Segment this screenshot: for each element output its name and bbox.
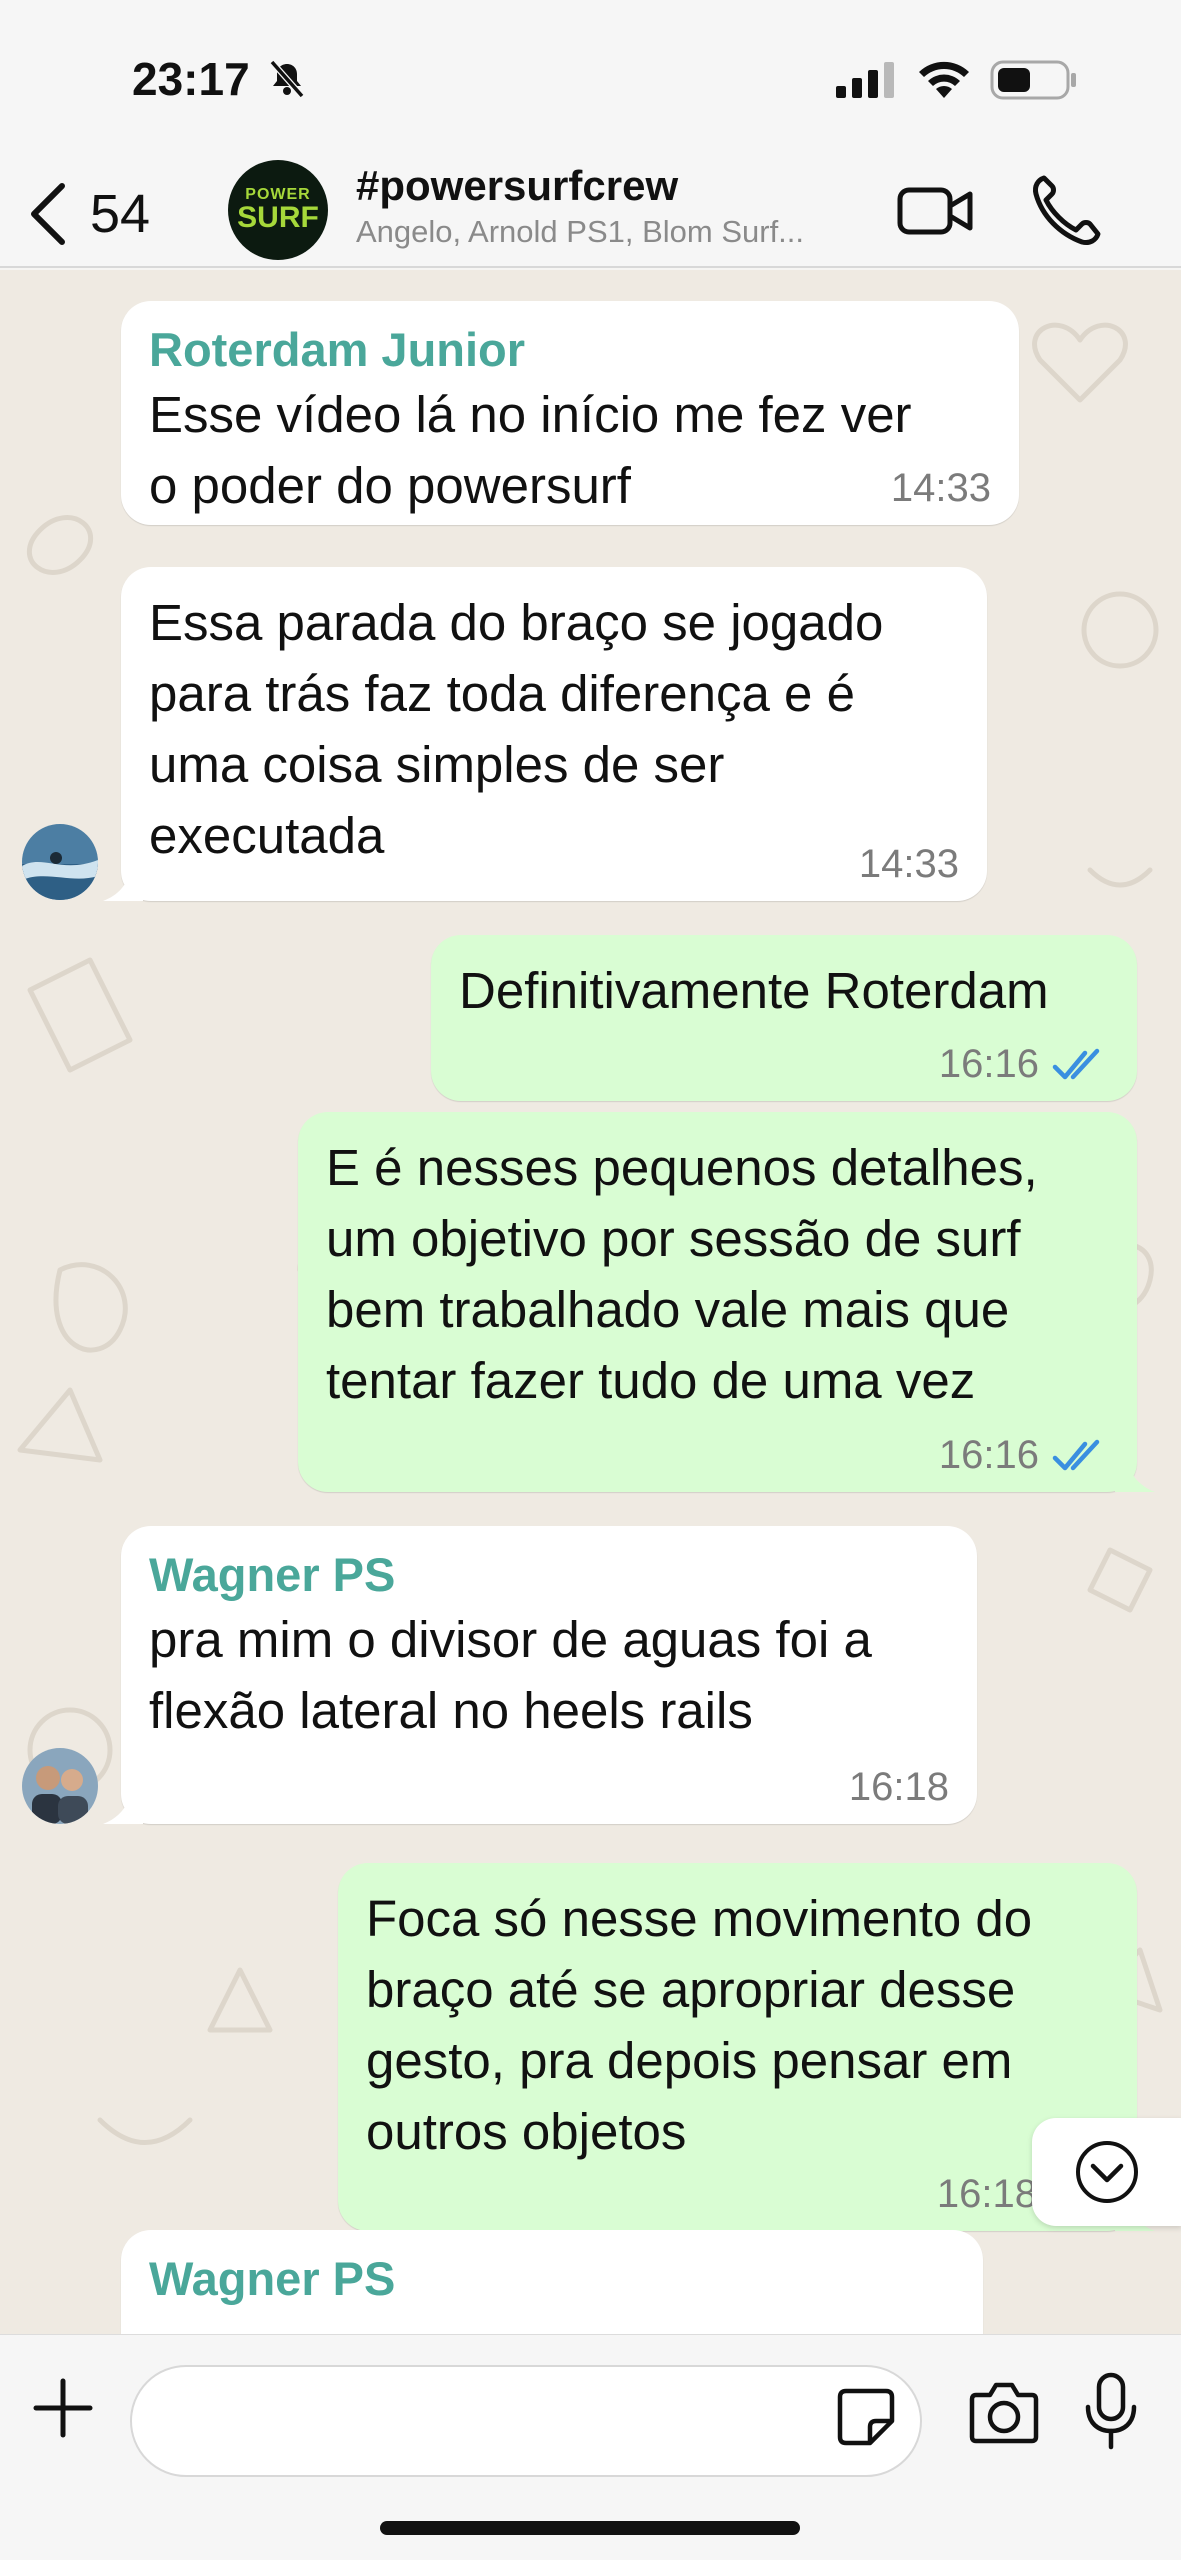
signal-icon bbox=[836, 62, 894, 98]
status-time: 23:17 bbox=[132, 53, 250, 105]
chevron-down-circle-icon bbox=[1076, 2141, 1138, 2203]
camera-icon[interactable] bbox=[968, 2379, 1040, 2447]
message-text-line: pra mim o divisor de aguas foi a bbox=[149, 1611, 872, 1668]
member-avatar[interactable] bbox=[22, 1748, 98, 1824]
sticker-icon[interactable] bbox=[836, 2387, 896, 2447]
message-text-line: tentar fazer tudo de uma vez bbox=[326, 1352, 976, 1409]
message-sender[interactable]: Wagner PS bbox=[149, 2250, 955, 2308]
message-meta: 14:33 bbox=[891, 466, 991, 511]
message-time: 14:33 bbox=[858, 842, 959, 886]
message-bubble-incoming[interactable]: Roterdam Junior Esse vídeo lá no início … bbox=[121, 301, 1019, 525]
message-text-line: Essa parada do braço se jogado bbox=[149, 594, 884, 651]
message-text-line: flexão lateral no heels rails bbox=[149, 1682, 753, 1739]
message-meta: 14:33 bbox=[859, 842, 959, 887]
back-button[interactable]: 54 bbox=[28, 170, 150, 258]
message-text-line: outros objetos bbox=[366, 2103, 687, 2160]
home-indicator bbox=[380, 2521, 800, 2535]
scroll-to-bottom-button[interactable] bbox=[1032, 2118, 1181, 2226]
message-sender[interactable]: Roterdam Junior bbox=[149, 321, 991, 379]
message-bubble-outgoing[interactable]: Definitivamente Roterdam 16:16 bbox=[431, 935, 1137, 1101]
message-time: 16:18 bbox=[848, 1765, 949, 1809]
double-check-icon bbox=[1052, 1048, 1100, 1079]
message-meta: 16:16 bbox=[939, 1042, 1109, 1087]
message-text-line: Esse vídeo lá no início me fez ver bbox=[149, 386, 912, 443]
chat-area[interactable]: Roterdam Junior Esse vídeo lá no início … bbox=[0, 270, 1181, 2334]
message-text-line: executada bbox=[149, 807, 385, 864]
message-bubble-incoming[interactable]: Essa parada do braço se jogado para trás… bbox=[103, 567, 987, 901]
group-members[interactable]: Angelo, Arnold PS1, Blom Surf... bbox=[356, 214, 856, 250]
avatar-photo-icon bbox=[22, 824, 98, 900]
message-bubble-incoming[interactable]: Wagner PS bbox=[121, 2230, 983, 2334]
video-camera-icon[interactable] bbox=[896, 176, 976, 246]
chat-header: 54 POWER SURF #powersurfcrew Angelo, Arn… bbox=[0, 160, 1181, 268]
message-text-line: braço até se apropriar desse bbox=[366, 1961, 1016, 2018]
bell-muted-icon bbox=[269, 60, 305, 98]
battery-icon bbox=[990, 60, 1076, 100]
message-meta: 16:18 bbox=[849, 1765, 949, 1810]
plus-icon[interactable] bbox=[32, 2377, 94, 2439]
member-avatar[interactable] bbox=[22, 824, 98, 900]
message-text-line: bem trabalhado vale mais que bbox=[326, 1281, 1010, 1338]
message-text-line: o poder do powersurf bbox=[149, 457, 631, 514]
avatar-logo-text: SURF bbox=[237, 201, 319, 234]
group-name[interactable]: #powersurfcrew bbox=[356, 162, 678, 210]
unread-count: 54 bbox=[90, 184, 151, 244]
message-text-line: Foca só nesse movimento do bbox=[366, 1890, 1033, 1947]
phone-icon[interactable] bbox=[1030, 172, 1102, 248]
message-input-bar bbox=[0, 2334, 1181, 2560]
message-time: 16:16 bbox=[938, 1042, 1039, 1086]
message-text-line: gesto, pra depois pensar em bbox=[366, 2032, 1013, 2089]
double-check-icon bbox=[1052, 1439, 1100, 1470]
message-text-line: Definitivamente Roterdam bbox=[459, 962, 1049, 1019]
message-text-line: uma coisa simples de ser bbox=[149, 736, 725, 793]
message-bubble-outgoing[interactable]: E é nesses pequenos detalhes, um objetiv… bbox=[298, 1112, 1155, 1492]
message-time: 16:18 bbox=[936, 2172, 1037, 2216]
chevron-left-icon bbox=[31, 183, 65, 245]
message-text-line: para trás faz toda diferença e é bbox=[149, 665, 855, 722]
status-bar: 23:17 bbox=[0, 0, 1181, 160]
avatar-photo-icon bbox=[22, 1748, 98, 1824]
message-meta: 16:16 bbox=[939, 1433, 1109, 1478]
message-meta: 16:18 bbox=[937, 2172, 1037, 2217]
message-bubble-incoming[interactable]: Wagner PS pra mim o divisor de aguas foi… bbox=[103, 1526, 977, 1824]
message-input[interactable] bbox=[130, 2365, 922, 2477]
bubble-tail bbox=[103, 1790, 143, 1824]
bubble-tail bbox=[1115, 1458, 1155, 1492]
message-text-line: um objetivo por sessão de surf bbox=[326, 1210, 1021, 1267]
message-time: 16:16 bbox=[938, 1433, 1039, 1477]
message-bubble-outgoing[interactable]: Foca só nesse movimento do braço até se … bbox=[338, 1863, 1155, 2231]
message-time: 14:33 bbox=[890, 466, 991, 510]
wifi-icon bbox=[919, 61, 969, 98]
microphone-icon[interactable] bbox=[1082, 2371, 1140, 2451]
group-avatar[interactable]: POWER SURF bbox=[228, 160, 328, 260]
message-text-line: E é nesses pequenos detalhes, bbox=[326, 1139, 1038, 1196]
bubble-tail bbox=[103, 867, 143, 901]
message-sender[interactable]: Wagner PS bbox=[149, 1546, 949, 1604]
